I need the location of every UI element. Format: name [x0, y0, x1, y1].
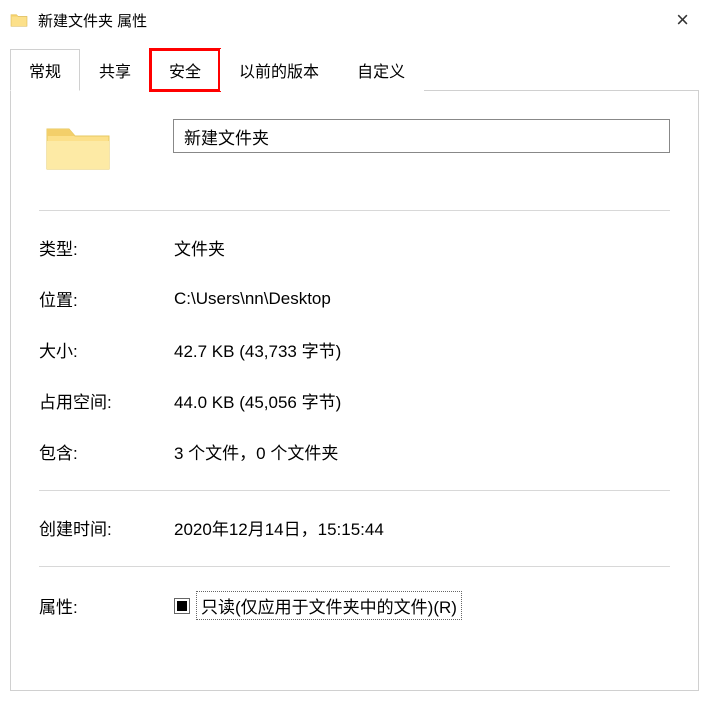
divider	[39, 210, 670, 211]
tab-previous-versions[interactable]: 以前的版本	[220, 49, 338, 91]
size-row: 大小: 42.7 KB (43,733 字节)	[39, 337, 670, 362]
readonly-wrapper: 只读(仅应用于文件夹中的文件)(R)	[174, 591, 462, 620]
window-title: 新建文件夹 属性	[38, 10, 668, 31]
readonly-checkbox[interactable]	[174, 598, 190, 614]
contains-value: 3 个文件，0 个文件夹	[174, 439, 338, 464]
location-row: 位置: C:\Users\nn\Desktop	[39, 286, 670, 311]
type-label: 类型:	[39, 235, 174, 260]
created-row: 创建时间: 2020年12月14日，15:15:44	[39, 515, 670, 540]
name-row	[39, 119, 670, 174]
properties-dialog: 新建文件夹 属性 × 常规 共享 安全 以前的版本 自定义	[0, 0, 709, 702]
tab-security[interactable]: 安全	[150, 49, 220, 91]
created-label: 创建时间:	[39, 515, 174, 540]
tab-customize[interactable]: 自定义	[338, 49, 424, 91]
divider	[39, 566, 670, 567]
sizeondisk-row: 占用空间: 44.0 KB (45,056 字节)	[39, 388, 670, 413]
location-label: 位置:	[39, 286, 174, 311]
location-value: C:\Users\nn\Desktop	[174, 289, 331, 309]
folder-icon	[10, 12, 28, 28]
divider	[39, 490, 670, 491]
content-area: 常规 共享 安全 以前的版本 自定义 类型: 文件夹	[0, 40, 709, 702]
sizeondisk-label: 占用空间:	[39, 388, 174, 413]
size-label: 大小:	[39, 337, 174, 362]
tab-sharing[interactable]: 共享	[80, 49, 150, 91]
tab-strip: 常规 共享 安全 以前的版本 自定义	[10, 48, 699, 91]
tab-general[interactable]: 常规	[10, 49, 80, 91]
sizeondisk-value: 44.0 KB (45,056 字节)	[174, 388, 341, 413]
readonly-label[interactable]: 只读(仅应用于文件夹中的文件)(R)	[196, 591, 462, 620]
attributes-label: 属性:	[39, 593, 174, 618]
close-button[interactable]: ×	[668, 7, 697, 33]
contains-label: 包含:	[39, 439, 174, 464]
contains-row: 包含: 3 个文件，0 个文件夹	[39, 439, 670, 464]
titlebar: 新建文件夹 属性 ×	[0, 0, 709, 40]
folder-large-icon	[43, 119, 113, 174]
type-value: 文件夹	[174, 235, 225, 260]
attributes-row: 属性: 只读(仅应用于文件夹中的文件)(R)	[39, 591, 670, 620]
size-value: 42.7 KB (43,733 字节)	[174, 337, 341, 362]
folder-name-input[interactable]	[173, 119, 670, 153]
general-panel: 类型: 文件夹 位置: C:\Users\nn\Desktop 大小: 42.7…	[10, 91, 699, 691]
created-value: 2020年12月14日，15:15:44	[174, 515, 384, 540]
type-row: 类型: 文件夹	[39, 235, 670, 260]
